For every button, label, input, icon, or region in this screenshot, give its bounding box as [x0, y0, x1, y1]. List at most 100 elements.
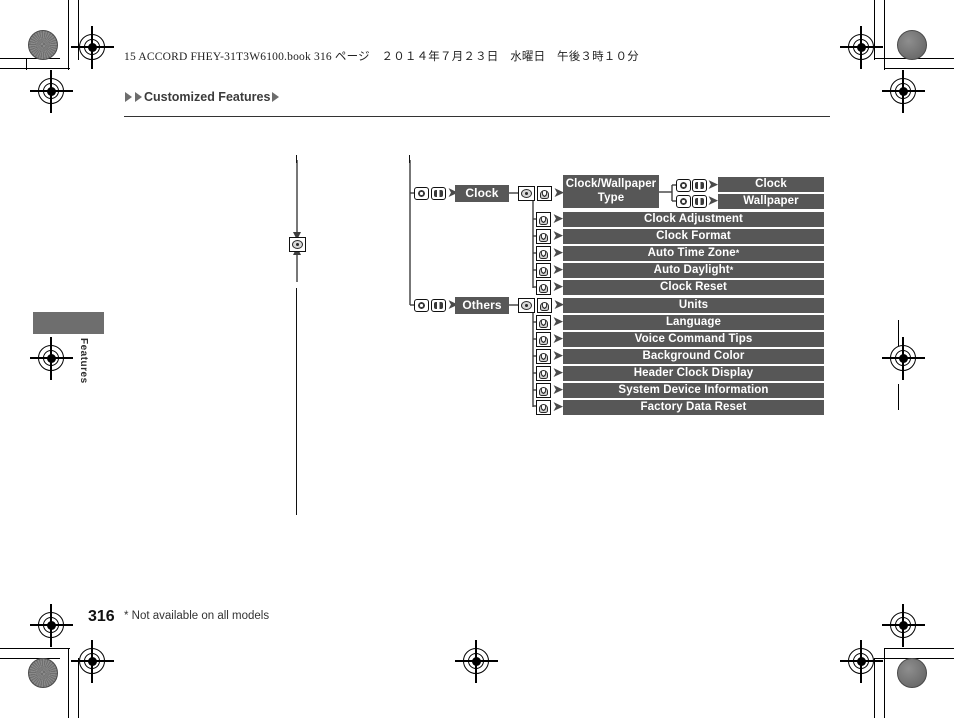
button-pair-icon — [676, 179, 691, 192]
arrow-right-icon: ➤ — [552, 348, 564, 364]
crop-mark — [898, 320, 900, 346]
crop-mark — [874, 658, 876, 718]
breadcrumb: Customized Features — [124, 90, 280, 104]
menu-item-background-color[interactable]: Background Color — [563, 349, 824, 364]
arrow-right-icon: ➤ — [552, 279, 564, 295]
menu-item-factory-data-reset[interactable]: Factory Data Reset — [563, 400, 824, 415]
registration-blob — [28, 658, 58, 688]
registration-blob — [897, 658, 927, 688]
arrow-right-icon: ➤ — [552, 399, 564, 415]
side-tab — [33, 312, 104, 334]
press-select-icon — [536, 246, 551, 261]
menu-item-clock-format[interactable]: Clock Format — [563, 229, 824, 244]
menu-item-system-device-information[interactable]: System Device Information — [563, 383, 824, 398]
registration-mark — [840, 26, 883, 69]
dial-knob-icon — [518, 298, 535, 313]
crop-mark — [0, 648, 70, 650]
press-select-icon — [537, 186, 552, 201]
menu-item-language[interactable]: Language — [563, 315, 824, 330]
dial-knob-icon — [289, 237, 306, 252]
menu-item-clock-adjustment[interactable]: Clock Adjustment — [563, 212, 824, 227]
crop-mark — [68, 648, 70, 718]
press-select-icon — [536, 212, 551, 227]
footnote-marker: * — [729, 265, 734, 276]
crop-mark — [898, 384, 900, 410]
guide-line — [296, 155, 298, 163]
button-pair-icon — [692, 195, 707, 208]
footnote-marker: * — [735, 248, 740, 259]
press-select-icon — [536, 332, 551, 347]
registration-blob — [897, 30, 927, 60]
press-select-icon — [536, 315, 551, 330]
button-pair-icon — [431, 299, 446, 312]
registration-mark — [30, 337, 73, 380]
arrow-right-icon: ➤ — [707, 193, 719, 209]
press-select-icon — [537, 298, 552, 313]
arrow-right-icon: ➤ — [707, 177, 719, 193]
crop-mark — [78, 658, 80, 718]
crop-mark — [68, 0, 70, 70]
press-select-icon — [536, 400, 551, 415]
press-select-icon — [536, 366, 551, 381]
registration-mark — [882, 70, 925, 113]
registration-blob — [28, 30, 58, 60]
registration-mark — [882, 337, 925, 380]
guide-line — [409, 155, 411, 163]
press-select-icon — [536, 383, 551, 398]
crop-mark — [0, 68, 70, 70]
arrow-right-icon: ➤ — [552, 228, 564, 244]
footnote: * Not available on all models — [124, 610, 270, 622]
triangle-icon — [125, 92, 132, 102]
file-header: 15 ACCORD FHEY-31T3W6100.book 316 ページ ２０… — [124, 51, 639, 63]
button-pair-icon — [692, 179, 707, 192]
registration-mark — [30, 70, 73, 113]
crop-mark — [0, 658, 60, 660]
crop-mark — [874, 0, 876, 60]
registration-mark — [30, 604, 73, 647]
registration-mark — [71, 640, 114, 683]
crop-mark — [884, 0, 886, 70]
triangle-icon — [272, 92, 280, 102]
button-pair-icon — [676, 195, 691, 208]
page-number: 316 — [88, 608, 115, 625]
registration-mark — [71, 26, 114, 69]
registration-mark — [455, 640, 498, 683]
menu-subitem-clock[interactable]: Clock — [718, 177, 824, 192]
registration-mark — [882, 604, 925, 647]
crop-mark — [884, 648, 954, 650]
arrow-right-icon: ➤ — [552, 314, 564, 330]
menu-item-auto-daylight[interactable]: Auto Daylight * — [563, 263, 824, 278]
press-select-icon — [536, 349, 551, 364]
arrow-right-icon: ➤ — [552, 365, 564, 381]
arrow-right-icon: ➤ — [552, 245, 564, 261]
side-tab-label: Features — [78, 338, 89, 384]
menu-item-clock-wallpaper-type[interactable]: Clock/Wallpaper Type — [563, 175, 659, 208]
registration-mark — [840, 640, 883, 683]
menu-item-header-clock-display[interactable]: Header Clock Display — [563, 366, 824, 381]
arrow-right-icon: ➤ — [552, 331, 564, 347]
arrow-right-icon: ➤ — [552, 262, 564, 278]
button-pair-icon — [431, 187, 446, 200]
press-select-icon — [536, 280, 551, 295]
menu-item-voice-command-tips[interactable]: Voice Command Tips — [563, 332, 824, 347]
menu-node-clock[interactable]: Clock — [455, 185, 509, 202]
button-pair-icon — [414, 187, 429, 200]
crop-mark — [0, 58, 60, 60]
dial-knob-icon — [518, 186, 535, 201]
triangle-icon — [135, 92, 142, 102]
guide-line — [296, 505, 298, 515]
arrow-right-icon: ➤ — [552, 382, 564, 398]
menu-item-auto-time-zone[interactable]: Auto Time Zone * — [563, 246, 824, 261]
menu-item-units[interactable]: Units — [563, 298, 824, 313]
menu-item-clock-reset[interactable]: Clock Reset — [563, 280, 824, 295]
arrow-right-icon: ➤ — [552, 211, 564, 227]
menu-node-others[interactable]: Others — [455, 297, 509, 314]
press-select-icon — [536, 263, 551, 278]
breadcrumb-label: Customized Features — [144, 90, 271, 104]
crop-mark — [884, 68, 954, 70]
guide-line — [296, 288, 298, 506]
press-select-icon — [536, 229, 551, 244]
crop-mark — [26, 58, 28, 70]
menu-subitem-wallpaper[interactable]: Wallpaper — [718, 194, 824, 209]
header-rule — [124, 116, 830, 118]
